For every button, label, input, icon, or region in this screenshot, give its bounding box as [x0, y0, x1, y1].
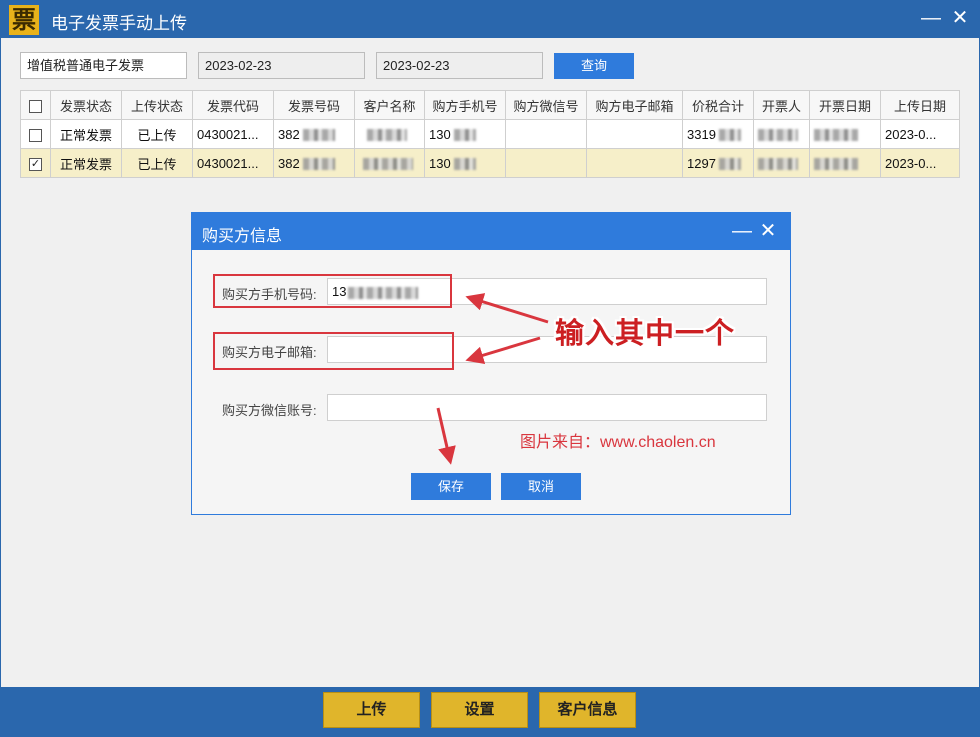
column-header[interactable]: 购方手机号 — [424, 90, 506, 120]
cell-invoice-number: 382 — [273, 148, 355, 178]
dialog-title: 购买方信息 — [202, 228, 283, 245]
cell-email — [586, 148, 683, 178]
invoice-type-select[interactable]: 增值税普通电子发票 — [20, 52, 187, 79]
close-button[interactable]: ✕ — [948, 6, 972, 30]
column-header[interactable]: 开票人 — [753, 90, 810, 120]
cell-email — [586, 119, 683, 149]
cell-date — [809, 148, 881, 178]
column-header[interactable]: 发票状态 — [50, 90, 122, 120]
table-row[interactable]: 正常发票 已上传 0430021... 382 130 3319 2023-0.… — [20, 119, 960, 149]
cell-upload-status: 已上传 — [121, 119, 193, 149]
cell-date — [809, 119, 881, 149]
cell-total: 3319 — [682, 119, 754, 149]
cell-upload-date: 2023-0... — [880, 148, 960, 178]
dialog-minimize-button[interactable]: — — [731, 219, 753, 243]
upload-button[interactable]: 上传 — [323, 692, 420, 728]
cell-customer — [354, 148, 425, 178]
window-title: 电子发票手动上传 — [51, 14, 187, 33]
settings-button[interactable]: 设置 — [431, 692, 528, 728]
column-header[interactable]: 上传状态 — [121, 90, 193, 120]
cell-upload-status: 已上传 — [121, 148, 193, 178]
cell-invoice-code: 0430021... — [192, 119, 274, 149]
cell-drawer — [753, 148, 810, 178]
phone-highlight-box — [213, 274, 452, 308]
cell-invoice-code: 0430021... — [192, 148, 274, 178]
cell-invoice-number: 382 — [273, 119, 355, 149]
date-to-input[interactable]: 2023-02-23 — [376, 52, 543, 79]
column-header[interactable]: 发票代码 — [192, 90, 274, 120]
dialog-title-bar: 购买方信息 — ✕ — [192, 213, 790, 250]
save-button[interactable]: 保存 — [411, 473, 491, 500]
cancel-button[interactable]: 取消 — [501, 473, 581, 500]
table-row[interactable]: ✓ 正常发票 已上传 0430021... 382 130 1297 2023-… — [20, 148, 960, 178]
cell-wechat — [505, 148, 587, 178]
cell-drawer — [753, 119, 810, 149]
row-checkbox[interactable] — [20, 119, 51, 149]
email-highlight-box — [213, 332, 454, 370]
bottom-toolbar: 上传 设置 客户信息 — [0, 687, 980, 737]
wechat-label: 购买方微信账号: — [222, 403, 317, 418]
title-bar: 票 电子发票手动上传 — ✕ — [0, 0, 980, 38]
cell-customer — [354, 119, 425, 149]
select-all-checkbox[interactable] — [20, 90, 51, 120]
cell-status: 正常发票 — [50, 148, 122, 178]
main-window: 票 电子发票手动上传 — ✕ 增值税普通电子发票 2023-02-23 2023… — [0, 0, 980, 737]
cell-phone: 130 — [424, 148, 506, 178]
wechat-input[interactable] — [327, 394, 767, 421]
source-credit: 图片来自：www.chaolen.cn — [520, 434, 716, 451]
date-from-input[interactable]: 2023-02-23 — [198, 52, 365, 79]
minimize-button[interactable]: — — [919, 6, 943, 30]
cell-upload-date: 2023-0... — [880, 119, 960, 149]
column-header[interactable]: 上传日期 — [880, 90, 960, 120]
column-header[interactable]: 客户名称 — [354, 90, 425, 120]
query-button[interactable]: 查询 — [554, 53, 634, 79]
dialog-close-button[interactable]: ✕ — [757, 219, 779, 243]
column-header[interactable]: 购方电子邮箱 — [586, 90, 683, 120]
annotation-text: 输入其中一个 — [555, 318, 736, 350]
app-logo-icon: 票 — [9, 5, 39, 35]
row-checkbox[interactable]: ✓ — [20, 148, 51, 178]
cell-status: 正常发票 — [50, 119, 122, 149]
column-header[interactable]: 购方微信号 — [505, 90, 587, 120]
cell-wechat — [505, 119, 587, 149]
cell-total: 1297 — [682, 148, 754, 178]
table-header-row: 发票状态 上传状态 发票代码 发票号码 客户名称 购方手机号 购方微信号 购方电… — [20, 90, 960, 120]
customer-info-button[interactable]: 客户信息 — [539, 692, 636, 728]
column-header[interactable]: 开票日期 — [809, 90, 881, 120]
cell-phone: 130 — [424, 119, 506, 149]
column-header[interactable]: 发票号码 — [273, 90, 355, 120]
invoice-table: 发票状态 上传状态 发票代码 发票号码 客户名称 购方手机号 购方微信号 购方电… — [20, 90, 960, 178]
column-header[interactable]: 价税合计 — [682, 90, 754, 120]
